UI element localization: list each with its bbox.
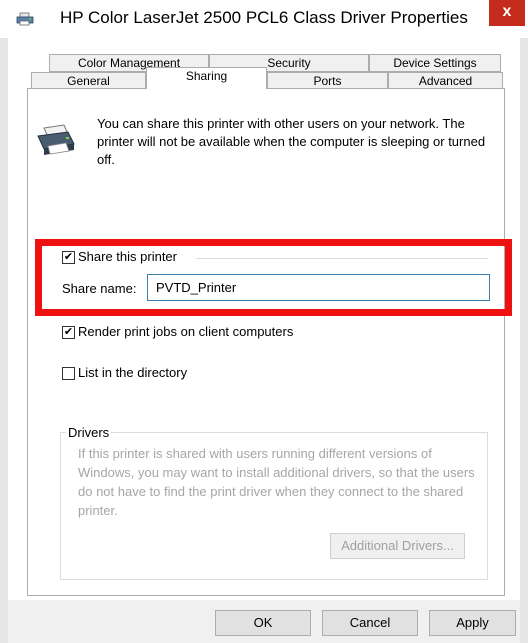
render-jobs-label: Render print jobs on client computers xyxy=(78,324,294,339)
drivers-description: If this printer is shared with users run… xyxy=(78,446,475,518)
window-frame-left xyxy=(0,38,8,643)
ok-button[interactable]: OK xyxy=(215,610,311,636)
share-printer-checkbox[interactable]: ✔ xyxy=(62,251,75,264)
apply-button[interactable]: Apply xyxy=(429,610,516,636)
tab-device-settings[interactable]: Device Settings xyxy=(369,54,501,72)
properties-dialog: HP Color LaserJet 2500 PCL6 Class Driver… xyxy=(0,0,528,643)
render-jobs-checkbox[interactable]: ✔ xyxy=(62,326,75,339)
group-divider xyxy=(196,258,488,259)
printer-icon xyxy=(37,124,75,155)
title-bar: HP Color LaserJet 2500 PCL6 Class Driver… xyxy=(0,0,528,38)
sharing-description: You can share this printer with other us… xyxy=(97,116,486,167)
share-printer-label: Share this printer xyxy=(78,249,177,264)
share-name-input[interactable]: PVTD_Printer xyxy=(147,274,490,301)
tab-sharing[interactable]: Sharing xyxy=(146,67,267,89)
list-directory-label: List in the directory xyxy=(78,365,188,380)
window-title: HP Color LaserJet 2500 PCL6 Class Driver… xyxy=(60,8,468,27)
printer-icon xyxy=(16,12,34,26)
window-frame-right xyxy=(520,38,528,643)
list-directory-checkbox[interactable] xyxy=(62,367,75,380)
cancel-button[interactable]: Cancel xyxy=(322,610,418,636)
close-button[interactable]: x xyxy=(489,0,525,26)
share-name-label: Share name: xyxy=(62,281,137,296)
additional-drivers-button[interactable]: Additional Drivers... xyxy=(330,533,465,559)
drivers-group-title: Drivers xyxy=(66,425,112,440)
